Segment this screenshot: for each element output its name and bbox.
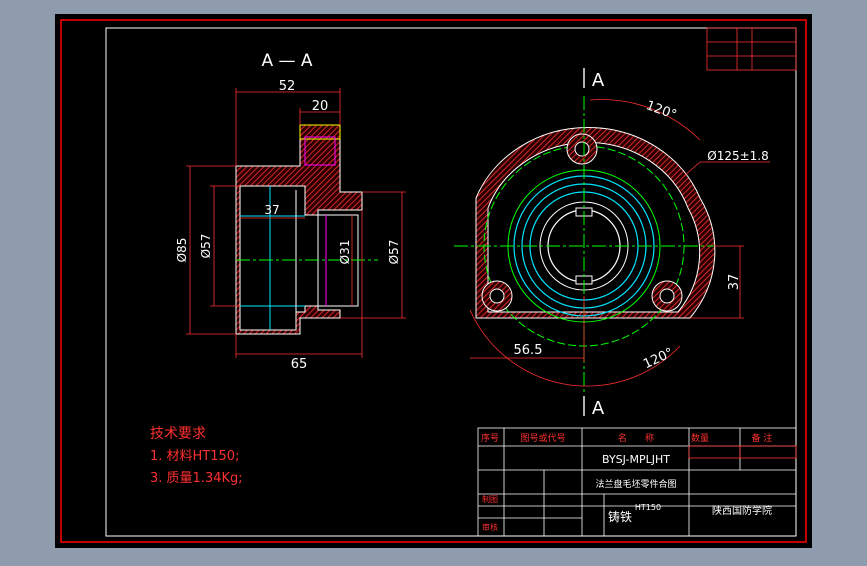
cut-mark-top: A (592, 70, 605, 91)
dim-52: 52 (279, 79, 296, 94)
tech-req-line-2: 3. 质量1.34Kg; (150, 471, 243, 486)
tb-material: 铸铁 (608, 509, 632, 524)
dim-56-5: 56.5 (514, 343, 543, 358)
tb-header-note: 备 注 (752, 432, 773, 444)
dim-phi125: Ø125±1.8 (707, 149, 769, 163)
cad-window: A — A 52 20 37 65 Ø85 Ø57 Ø31 Ø57 120° 1… (0, 0, 867, 562)
tb-label-check: 审核 (482, 522, 498, 532)
tb-material-code: HT150 (635, 503, 661, 512)
section-title: A — A (261, 51, 312, 71)
dim-65: 65 (291, 357, 308, 372)
drawing-canvas[interactable]: A — A 52 20 37 65 Ø85 Ø57 Ø31 Ø57 120° 1… (0, 0, 867, 562)
dim-37-section: 37 (264, 203, 279, 217)
tb-school: 陕西国防学院 (712, 504, 772, 517)
dim-phi31: Ø31 (338, 240, 352, 265)
tb-header-name: 名 称 (618, 432, 654, 444)
dim-phi57-right: Ø57 (387, 240, 401, 265)
tb-drawing-code: BYSJ-MPLJHT (602, 453, 670, 466)
dim-20: 20 (312, 99, 329, 114)
tb-label-make: 制图 (482, 494, 498, 504)
tb-header-qty: 数量 (691, 432, 709, 444)
tech-req-title: 技术要求 (150, 426, 206, 442)
tb-part-name: 法兰盘毛坯零件合图 (595, 478, 676, 490)
tb-header-no: 序号 (481, 432, 499, 444)
cut-mark-bottom: A (592, 398, 605, 419)
tb-header-code: 图号或代号 (520, 432, 565, 444)
dim-37-front: 37 (727, 274, 742, 291)
tech-req-line-1: 1. 材料HT150; (150, 449, 239, 464)
dim-phi85: Ø85 (175, 238, 189, 263)
dim-phi57-left: Ø57 (199, 234, 213, 259)
